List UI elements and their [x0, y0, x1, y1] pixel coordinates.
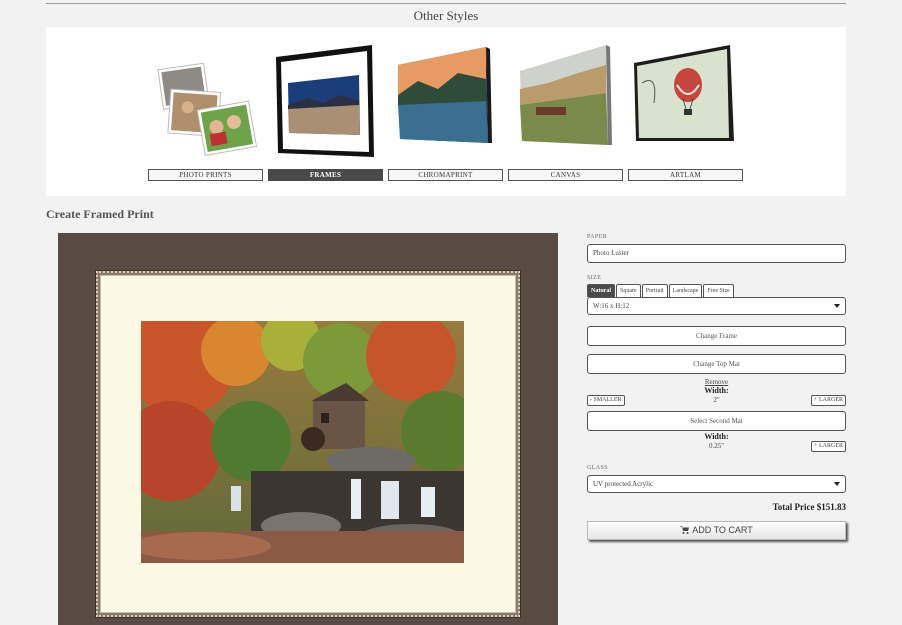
paper-input[interactable]: Photo Luster: [587, 244, 846, 263]
style-frames[interactable]: FRAMES: [268, 27, 383, 196]
size-tabs: Natural Square Portrait Landscape Free S…: [587, 284, 846, 297]
tab-square[interactable]: Square: [616, 284, 641, 297]
top-divider: [46, 3, 846, 4]
top-mat-width-label: Width:: [704, 386, 729, 395]
create-framed-print-title: Create Framed Print: [46, 207, 154, 221]
glass-select-value: UV protected Acrylic: [593, 480, 654, 488]
chevron-down-icon: [834, 482, 840, 486]
print-options-form: PAPER Photo Luster SIZE Natural Square P…: [587, 233, 846, 540]
remove-top-mat-link[interactable]: Remove: [587, 378, 846, 386]
artlam-thumbnail[interactable]: [628, 43, 743, 161]
frames-thumbnail[interactable]: [268, 43, 383, 161]
style-button-chromaprint[interactable]: CHROMAPRINT: [388, 169, 503, 181]
chevron-down-icon: [834, 304, 840, 308]
style-button-artlam[interactable]: ARTLAM: [628, 169, 743, 181]
preview-photo: [141, 321, 464, 563]
canvas-thumbnail[interactable]: [508, 43, 623, 161]
size-select[interactable]: W:16 x H:12: [587, 297, 846, 315]
chromaprint-thumbnail[interactable]: [388, 43, 503, 161]
paper-label: PAPER: [587, 234, 608, 240]
frame-mat: [96, 271, 520, 617]
second-mat-width-value: 0.25": [708, 442, 725, 450]
size-label: SIZE: [587, 275, 602, 281]
size-select-value: W:16 x H:12: [593, 302, 630, 310]
style-button-frames[interactable]: FRAMES: [268, 169, 383, 181]
change-top-mat-button[interactable]: Change Top Mat: [587, 354, 846, 374]
other-styles-panel: PHOTO PRINTS FRAMES CHROMAPRINT CANVAS A…: [46, 27, 846, 196]
other-styles-title: Other Styles: [413, 8, 479, 23]
larger-button[interactable]: + LARGER: [811, 395, 846, 406]
change-frame-button[interactable]: Change Frame: [587, 326, 846, 346]
second-larger-button[interactable]: + LARGER: [811, 441, 846, 452]
glass-select[interactable]: UV protected Acrylic: [587, 475, 846, 493]
style-photo-prints[interactable]: PHOTO PRINTS: [148, 27, 263, 196]
glass-label: GLASS: [587, 465, 609, 471]
cart-icon: [680, 526, 690, 534]
tab-portrait[interactable]: Portrait: [641, 284, 668, 297]
second-mat-width-row: 0.25" + LARGER: [587, 441, 846, 453]
tab-landscape[interactable]: Landscape: [668, 284, 703, 297]
smaller-button[interactable]: - SMALLER: [587, 395, 625, 406]
top-mat-width-value: 2": [713, 396, 720, 404]
add-to-cart-button[interactable]: ADD TO CART: [587, 521, 846, 540]
framed-print-preview: [58, 233, 558, 625]
top-mat-width-row: 2" - SMALLER + LARGER: [587, 395, 846, 407]
second-mat-width-label: Width:: [704, 432, 729, 441]
style-button-photo-prints[interactable]: PHOTO PRINTS: [148, 169, 263, 181]
total-price: Total Price $151.83: [772, 502, 846, 512]
photo-prints-thumbnail[interactable]: [148, 43, 263, 161]
add-to-cart-label: ADD TO CART: [692, 525, 753, 535]
style-button-canvas[interactable]: CANVAS: [508, 169, 623, 181]
tab-free-size[interactable]: Free Size: [703, 284, 734, 297]
tab-natural[interactable]: Natural: [587, 284, 615, 297]
style-chromaprint[interactable]: CHROMAPRINT: [388, 27, 503, 196]
style-canvas[interactable]: CANVAS: [508, 27, 623, 196]
select-second-mat-button[interactable]: Select Second Mat: [587, 411, 846, 431]
style-artlam[interactable]: ARTLAM: [628, 27, 743, 196]
